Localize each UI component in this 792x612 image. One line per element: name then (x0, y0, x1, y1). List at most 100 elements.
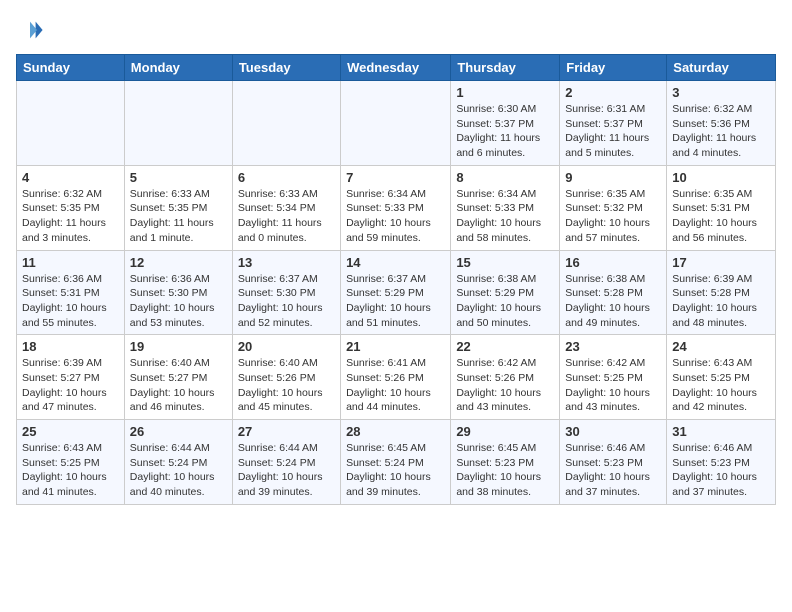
day-cell: 18 Sunrise: 6:39 AM Sunset: 5:27 PM Dayli… (17, 335, 125, 420)
header-friday: Friday (560, 55, 667, 81)
day-number: 10 (672, 170, 770, 185)
calendar-body: 1 Sunrise: 6:30 AM Sunset: 5:37 PM Daylig… (17, 81, 776, 505)
day-number: 25 (22, 424, 119, 439)
day-number: 30 (565, 424, 661, 439)
day-cell: 3 Sunrise: 6:32 AM Sunset: 5:36 PM Daylig… (667, 81, 776, 166)
calendar-header: SundayMondayTuesdayWednesdayThursdayFrid… (17, 55, 776, 81)
day-info: Sunrise: 6:44 AM Sunset: 5:24 PM Dayligh… (130, 441, 227, 500)
day-cell: 9 Sunrise: 6:35 AM Sunset: 5:32 PM Daylig… (560, 165, 667, 250)
day-cell: 23 Sunrise: 6:42 AM Sunset: 5:25 PM Dayli… (560, 335, 667, 420)
day-number: 17 (672, 255, 770, 270)
header-thursday: Thursday (451, 55, 560, 81)
day-number: 14 (346, 255, 445, 270)
day-info: Sunrise: 6:36 AM Sunset: 5:31 PM Dayligh… (22, 272, 119, 331)
day-number: 7 (346, 170, 445, 185)
day-info: Sunrise: 6:38 AM Sunset: 5:29 PM Dayligh… (456, 272, 554, 331)
day-number: 28 (346, 424, 445, 439)
week-row-2: 4 Sunrise: 6:32 AM Sunset: 5:35 PM Daylig… (17, 165, 776, 250)
day-number: 3 (672, 85, 770, 100)
day-cell: 19 Sunrise: 6:40 AM Sunset: 5:27 PM Dayli… (124, 335, 232, 420)
header-monday: Monday (124, 55, 232, 81)
day-info: Sunrise: 6:45 AM Sunset: 5:23 PM Dayligh… (456, 441, 554, 500)
day-number: 20 (238, 339, 335, 354)
day-info: Sunrise: 6:43 AM Sunset: 5:25 PM Dayligh… (22, 441, 119, 500)
day-number: 4 (22, 170, 119, 185)
day-info: Sunrise: 6:34 AM Sunset: 5:33 PM Dayligh… (346, 187, 445, 246)
day-number: 23 (565, 339, 661, 354)
logo (16, 16, 48, 44)
calendar-table: SundayMondayTuesdayWednesdayThursdayFrid… (16, 54, 776, 505)
day-cell: 22 Sunrise: 6:42 AM Sunset: 5:26 PM Dayli… (451, 335, 560, 420)
day-cell: 21 Sunrise: 6:41 AM Sunset: 5:26 PM Dayli… (341, 335, 451, 420)
day-number: 5 (130, 170, 227, 185)
day-cell: 24 Sunrise: 6:43 AM Sunset: 5:25 PM Dayli… (667, 335, 776, 420)
day-cell: 11 Sunrise: 6:36 AM Sunset: 5:31 PM Dayli… (17, 250, 125, 335)
day-info: Sunrise: 6:43 AM Sunset: 5:25 PM Dayligh… (672, 356, 770, 415)
day-number: 21 (346, 339, 445, 354)
day-cell: 25 Sunrise: 6:43 AM Sunset: 5:25 PM Dayli… (17, 420, 125, 505)
day-cell: 27Sunrise: 6:44 AM Sunset: 5:24 PM Dayli… (232, 420, 340, 505)
day-cell: 29 Sunrise: 6:45 AM Sunset: 5:23 PM Dayli… (451, 420, 560, 505)
day-cell: 13 Sunrise: 6:37 AM Sunset: 5:30 PM Dayli… (232, 250, 340, 335)
day-number: 15 (456, 255, 554, 270)
day-number: 19 (130, 339, 227, 354)
day-cell: 31Sunrise: 6:46 AM Sunset: 5:23 PM Dayli… (667, 420, 776, 505)
day-cell: 16Sunrise: 6:38 AM Sunset: 5:28 PM Dayli… (560, 250, 667, 335)
day-number: 8 (456, 170, 554, 185)
day-info: Sunrise: 6:42 AM Sunset: 5:25 PM Dayligh… (565, 356, 661, 415)
header-saturday: Saturday (667, 55, 776, 81)
day-cell (232, 81, 340, 166)
day-number: 11 (22, 255, 119, 270)
week-row-5: 25 Sunrise: 6:43 AM Sunset: 5:25 PM Dayli… (17, 420, 776, 505)
day-number: 13 (238, 255, 335, 270)
day-number: 29 (456, 424, 554, 439)
day-info: Sunrise: 6:36 AM Sunset: 5:30 PM Dayligh… (130, 272, 227, 331)
day-cell: 17Sunrise: 6:39 AM Sunset: 5:28 PM Dayli… (667, 250, 776, 335)
header-wednesday: Wednesday (341, 55, 451, 81)
day-cell: 2Sunrise: 6:31 AM Sunset: 5:37 PM Daylig… (560, 81, 667, 166)
day-cell: 14 Sunrise: 6:37 AM Sunset: 5:29 PM Dayli… (341, 250, 451, 335)
day-number: 31 (672, 424, 770, 439)
day-info: Sunrise: 6:32 AM Sunset: 5:35 PM Dayligh… (22, 187, 119, 246)
day-info: Sunrise: 6:34 AM Sunset: 5:33 PM Dayligh… (456, 187, 554, 246)
logo-icon (16, 16, 44, 44)
day-info: Sunrise: 6:30 AM Sunset: 5:37 PM Dayligh… (456, 102, 554, 161)
day-cell: 20 Sunrise: 6:40 AM Sunset: 5:26 PM Dayli… (232, 335, 340, 420)
day-info: Sunrise: 6:42 AM Sunset: 5:26 PM Dayligh… (456, 356, 554, 415)
day-number: 2 (565, 85, 661, 100)
day-info: Sunrise: 6:46 AM Sunset: 5:23 PM Dayligh… (565, 441, 661, 500)
header-tuesday: Tuesday (232, 55, 340, 81)
day-number: 9 (565, 170, 661, 185)
day-info: Sunrise: 6:40 AM Sunset: 5:26 PM Dayligh… (238, 356, 335, 415)
week-row-1: 1 Sunrise: 6:30 AM Sunset: 5:37 PM Daylig… (17, 81, 776, 166)
day-cell: 10 Sunrise: 6:35 AM Sunset: 5:31 PM Dayli… (667, 165, 776, 250)
day-info: Sunrise: 6:32 AM Sunset: 5:36 PM Dayligh… (672, 102, 770, 161)
day-cell: 1 Sunrise: 6:30 AM Sunset: 5:37 PM Daylig… (451, 81, 560, 166)
day-cell (17, 81, 125, 166)
day-number: 27 (238, 424, 335, 439)
day-info: Sunrise: 6:39 AM Sunset: 5:27 PM Dayligh… (22, 356, 119, 415)
header-sunday: Sunday (17, 55, 125, 81)
day-number: 6 (238, 170, 335, 185)
week-row-4: 18 Sunrise: 6:39 AM Sunset: 5:27 PM Dayli… (17, 335, 776, 420)
day-info: Sunrise: 6:35 AM Sunset: 5:31 PM Dayligh… (672, 187, 770, 246)
day-cell: 8 Sunrise: 6:34 AM Sunset: 5:33 PM Daylig… (451, 165, 560, 250)
day-number: 24 (672, 339, 770, 354)
day-info: Sunrise: 6:37 AM Sunset: 5:29 PM Dayligh… (346, 272, 445, 331)
day-cell: 7 Sunrise: 6:34 AM Sunset: 5:33 PM Daylig… (341, 165, 451, 250)
day-info: Sunrise: 6:41 AM Sunset: 5:26 PM Dayligh… (346, 356, 445, 415)
day-cell: 5Sunrise: 6:33 AM Sunset: 5:35 PM Daylig… (124, 165, 232, 250)
day-info: Sunrise: 6:33 AM Sunset: 5:34 PM Dayligh… (238, 187, 335, 246)
day-number: 12 (130, 255, 227, 270)
day-number: 1 (456, 85, 554, 100)
day-number: 18 (22, 339, 119, 354)
day-number: 22 (456, 339, 554, 354)
day-cell (341, 81, 451, 166)
day-cell: 26Sunrise: 6:44 AM Sunset: 5:24 PM Dayli… (124, 420, 232, 505)
day-cell: 12 Sunrise: 6:36 AM Sunset: 5:30 PM Dayli… (124, 250, 232, 335)
day-info: Sunrise: 6:37 AM Sunset: 5:30 PM Dayligh… (238, 272, 335, 331)
day-info: Sunrise: 6:35 AM Sunset: 5:32 PM Dayligh… (565, 187, 661, 246)
day-info: Sunrise: 6:45 AM Sunset: 5:24 PM Dayligh… (346, 441, 445, 500)
week-row-3: 11 Sunrise: 6:36 AM Sunset: 5:31 PM Dayli… (17, 250, 776, 335)
day-info: Sunrise: 6:40 AM Sunset: 5:27 PM Dayligh… (130, 356, 227, 415)
